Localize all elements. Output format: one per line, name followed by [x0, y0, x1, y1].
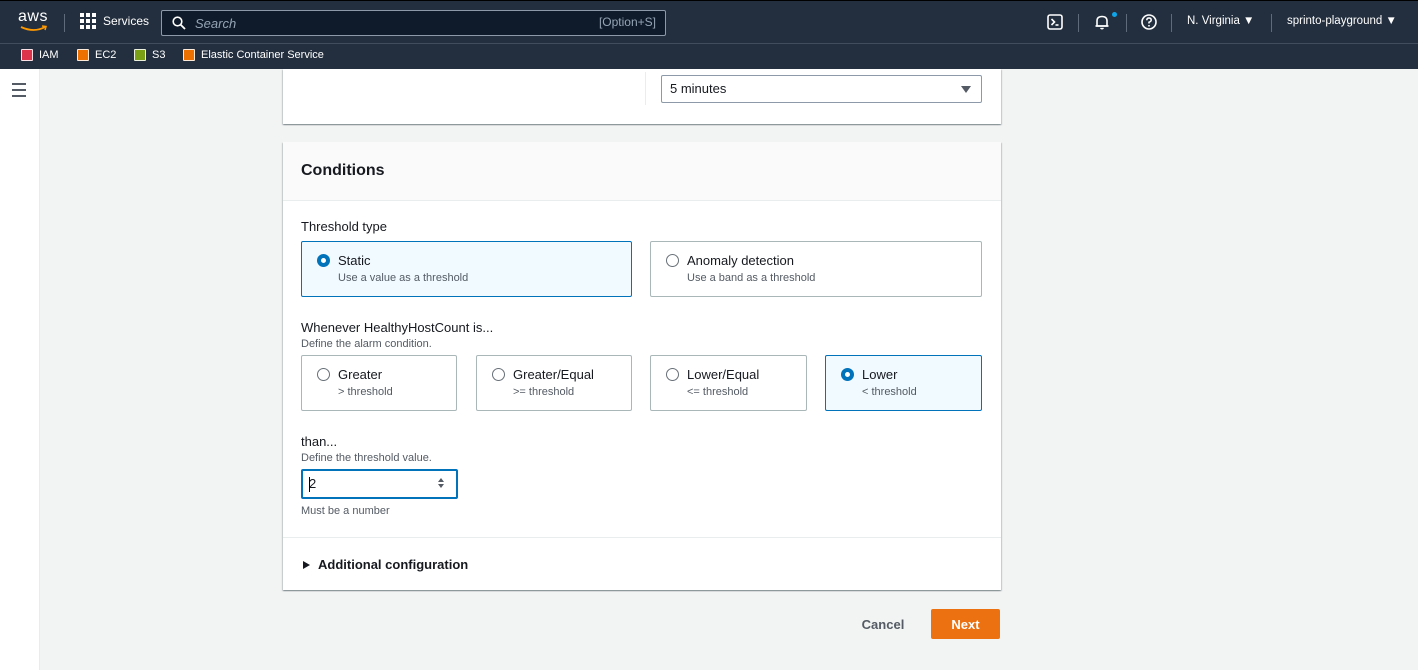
notifications-bell-icon[interactable]: [1093, 13, 1111, 31]
tile-description: Use a value as a threshold: [338, 272, 469, 284]
threshold-type-anomaly[interactable]: Anomaly detection Use a band as a thresh…: [650, 241, 982, 297]
services-grid-icon: [80, 13, 96, 29]
threshold-type-static[interactable]: Static Use a value as a threshold: [301, 241, 632, 297]
operator-greater[interactable]: Greater > threshold: [301, 355, 457, 411]
favorite-ecs[interactable]: Elastic Container Service: [183, 49, 324, 61]
period-select[interactable]: 5 minutes: [661, 75, 982, 103]
search-shortcut-hint: [Option+S]: [598, 15, 656, 29]
favorite-iam[interactable]: IAM: [21, 49, 59, 61]
cancel-button[interactable]: Cancel: [850, 609, 916, 639]
operator-lower-equal[interactable]: Lower/Equal <= threshold: [650, 355, 807, 411]
number-stepper-icon[interactable]: [438, 478, 446, 490]
threshold-value-input[interactable]: 2: [301, 469, 458, 499]
next-button[interactable]: Next: [931, 609, 1000, 639]
caret-right-icon: [303, 560, 310, 569]
radio-button[interactable]: [317, 368, 330, 381]
nav-divider: [1271, 14, 1272, 32]
aws-logo-text: aws: [18, 8, 48, 25]
radio-button[interactable]: [666, 368, 679, 381]
operator-lower[interactable]: Lower < threshold: [825, 355, 982, 411]
additional-configuration-toggle[interactable]: Additional configuration: [303, 557, 468, 572]
tile-description: > threshold: [338, 386, 393, 398]
operator-greater-equal[interactable]: Greater/Equal >= threshold: [476, 355, 632, 411]
favorite-label: IAM: [39, 49, 59, 61]
tile-title: Static: [338, 253, 371, 268]
radio-button[interactable]: [317, 254, 330, 267]
ecs-service-icon: [183, 49, 195, 61]
tile-description: <= threshold: [687, 386, 749, 398]
services-menu-button[interactable]: Services: [80, 13, 149, 29]
threshold-type-label: Threshold type: [301, 219, 387, 234]
favorite-ec2[interactable]: EC2: [77, 49, 116, 61]
help-icon[interactable]: [1140, 13, 1158, 31]
section-divider: [283, 537, 1001, 538]
tile-title: Lower: [862, 367, 898, 382]
favorites-bar: IAM EC2 S3 Elastic Container Service: [0, 43, 1418, 69]
favorite-label: Elastic Container Service: [201, 49, 324, 61]
search-placeholder: Search: [195, 15, 237, 31]
tile-title: Greater: [338, 367, 383, 382]
cloudshell-icon[interactable]: [1046, 13, 1064, 31]
radio-button[interactable]: [492, 368, 505, 381]
threshold-value: 2: [309, 476, 317, 491]
services-label: Services: [103, 14, 150, 28]
caret-down-icon: [961, 86, 971, 93]
conditions-title: Conditions: [301, 162, 385, 179]
threshold-constraint-text: Must be a number: [301, 505, 390, 517]
tile-title: Lower/Equal: [687, 367, 760, 382]
period-select-value: 5 minutes: [670, 81, 727, 96]
tile-title: Greater/Equal: [513, 367, 594, 382]
nav-divider: [1078, 14, 1079, 32]
aws-logo[interactable]: aws: [18, 8, 52, 34]
than-label: than...: [301, 434, 338, 449]
ec2-service-icon: [77, 49, 89, 61]
text-cursor: [309, 477, 310, 492]
s3-service-icon: [134, 49, 146, 61]
tile-description: >= threshold: [513, 386, 575, 398]
whenever-description: Define the alarm condition.: [301, 338, 432, 350]
conditions-header: Conditions: [283, 142, 1001, 201]
top-navigation: aws Services Search [Option+S] N. Virgin…: [0, 0, 1418, 43]
radio-button[interactable]: [841, 368, 854, 381]
than-description: Define the threshold value.: [301, 452, 432, 464]
conditions-card: Conditions Threshold type Static Use a v…: [283, 142, 1001, 590]
search-input[interactable]: Search [Option+S]: [161, 10, 666, 36]
radio-button[interactable]: [666, 254, 679, 267]
iam-service-icon: [21, 49, 33, 61]
nav-divider: [1126, 14, 1127, 32]
region-selector[interactable]: N. Virginia ▼: [1187, 15, 1254, 27]
nav-divider: [1171, 14, 1172, 32]
account-menu[interactable]: sprinto-playground ▼: [1287, 15, 1397, 27]
tile-title: Anomaly detection: [687, 253, 794, 268]
menu-hamburger-icon[interactable]: [12, 83, 26, 101]
search-icon: [172, 16, 186, 30]
whenever-label: Whenever HealthyHostCount is...: [301, 320, 494, 335]
favorite-label: EC2: [95, 49, 117, 61]
additional-configuration-label: Additional configuration: [318, 557, 469, 572]
tile-description: Use a band as a threshold: [687, 272, 816, 284]
notification-dot: [1112, 12, 1117, 17]
nav-divider: [64, 14, 65, 32]
favorite-s3[interactable]: S3: [134, 49, 165, 61]
tile-description: < threshold: [862, 386, 917, 398]
side-navigation-collapsed: [0, 69, 40, 670]
favorite-label: S3: [152, 49, 166, 61]
aws-smile-icon: [20, 25, 47, 31]
column-divider: [645, 72, 646, 105]
